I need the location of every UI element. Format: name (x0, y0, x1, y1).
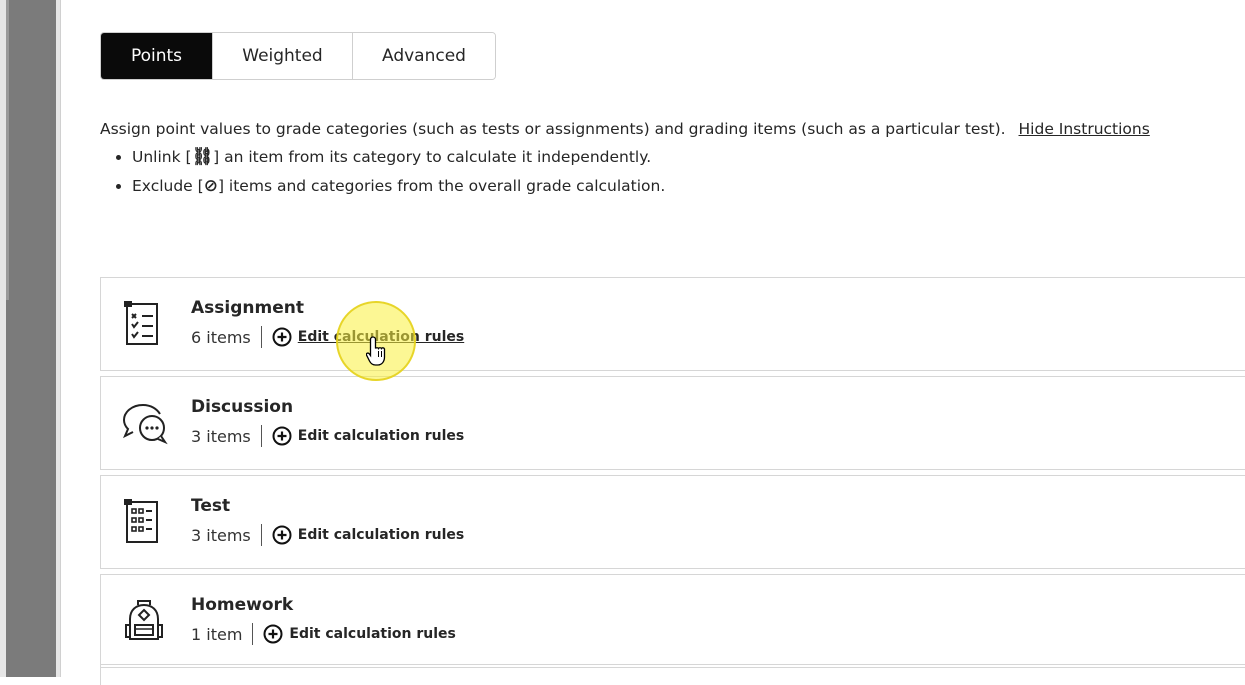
calculation-mode-tabs: Points Weighted Advanced (100, 32, 496, 80)
instruction-exclude: Exclude [⊘] items and categories from th… (132, 172, 1245, 201)
item-count: 6 items (191, 327, 251, 347)
tab-points[interactable]: Points (101, 33, 213, 79)
exclude-prefix: Exclude [ (132, 177, 204, 195)
plus-circle-icon (272, 327, 292, 347)
category-list: Assignment 6 items Edit calculation rule… (100, 277, 1245, 673)
instructions: Assign point values to grade categories … (100, 115, 1245, 201)
category-meta: 3 items Edit calculation rules (191, 524, 464, 546)
edit-calculation-rules-label: Edit calculation rules (297, 329, 465, 345)
hide-instructions-link[interactable]: Hide Instructions (1019, 120, 1150, 138)
tab-advanced[interactable]: Advanced (353, 33, 495, 79)
category-meta: 6 items Edit calculation rules (191, 326, 464, 348)
category-row-test: Test 3 items Edit calculation rules (100, 475, 1245, 569)
instructions-line: Assign point values to grade categories … (100, 115, 1245, 143)
tab-weighted[interactable]: Weighted (213, 33, 353, 79)
exclude-suffix: ] items and categories from the overall … (217, 177, 666, 195)
item-count: 3 items (191, 525, 251, 545)
category-name: Homework (191, 595, 294, 615)
edit-calculation-rules-button[interactable]: Edit calculation rules (272, 525, 464, 545)
category-row-homework: Homework 1 item Edit calculation rules (100, 574, 1245, 668)
category-meta: 1 item Edit calculation rules (191, 623, 456, 645)
discussion-bubbles-icon (122, 404, 168, 445)
rail-scroll-edge[interactable] (6, 0, 9, 300)
instruction-unlink: Unlink [⛓] an item from its category to … (132, 143, 1245, 172)
item-count: 1 item (191, 624, 243, 644)
divider (260, 326, 262, 348)
category-row-assignment: Assignment 6 items Edit calculation rule… (100, 277, 1245, 371)
edit-calculation-rules-label: Edit calculation rules (289, 626, 456, 642)
unlink-suffix: ] an item from its category to calculate… (213, 148, 652, 166)
test-grid-icon (124, 499, 158, 543)
edit-calculation-rules-label: Edit calculation rules (297, 428, 465, 444)
plus-circle-icon (272, 426, 292, 446)
backpack-icon (125, 600, 163, 640)
category-row-partial (100, 664, 1245, 685)
unlink-prefix: Unlink [ (132, 148, 192, 166)
category-name: Discussion (191, 397, 294, 417)
instructions-list: Unlink [⛓] an item from its category to … (100, 143, 1245, 201)
exclude-icon: ⊘ (203, 176, 218, 196)
category-meta: 3 items Edit calculation rules (191, 425, 464, 447)
left-rail (0, 0, 61, 677)
plus-circle-icon (272, 525, 292, 545)
rail-panel (6, 0, 56, 677)
unlink-icon: ⛓ (191, 147, 214, 167)
category-name: Test (191, 496, 231, 516)
item-count: 3 items (191, 426, 251, 446)
edit-calculation-rules-label: Edit calculation rules (297, 527, 465, 543)
divider (252, 623, 254, 645)
edit-calculation-rules-button[interactable]: Edit calculation rules (263, 624, 456, 644)
edit-calculation-rules-button[interactable]: Edit calculation rules (272, 426, 464, 446)
category-row-discussion: Discussion 3 items Edit calculation rule… (100, 376, 1245, 470)
divider (260, 524, 262, 546)
plus-circle-icon (263, 624, 283, 644)
instructions-text: Assign point values to grade categories … (100, 120, 1006, 138)
category-name: Assignment (191, 298, 304, 318)
divider (260, 425, 262, 447)
edit-calculation-rules-button[interactable]: Edit calculation rules (272, 327, 464, 347)
assignment-checklist-icon (124, 301, 158, 345)
